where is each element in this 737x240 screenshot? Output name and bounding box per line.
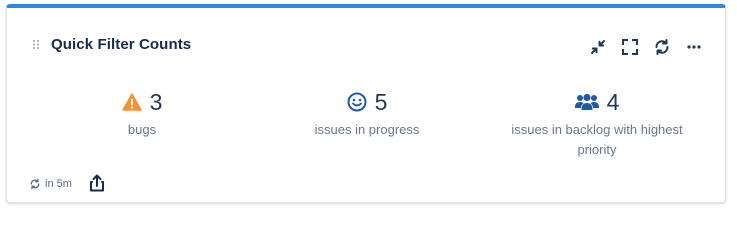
share-button[interactable]	[89, 174, 105, 194]
auto-refresh-icon	[30, 178, 40, 190]
smiley-icon	[347, 92, 367, 112]
refresh-button[interactable]	[652, 37, 672, 57]
users-icon	[574, 93, 599, 110]
stat-label: issues in progress	[314, 122, 420, 137]
stat-in-progress[interactable]: 5 issues in progress	[287, 88, 447, 140]
stat-bugs[interactable]: 3 bugs	[67, 88, 217, 140]
stat-label: bugs	[127, 122, 157, 137]
more-icon	[687, 45, 701, 49]
drag-handle-icon[interactable]	[32, 39, 40, 53]
warning-icon	[121, 93, 142, 111]
stat-count: 3	[149, 89, 163, 115]
auto-refresh-indicator: in 5m	[29, 178, 72, 190]
minimize-button[interactable]	[588, 37, 608, 57]
refresh-icon	[655, 39, 669, 55]
stat-label: issues in backlog with highest priority	[511, 122, 683, 157]
stat-count: 5	[374, 89, 388, 115]
fullscreen-button[interactable]	[620, 37, 640, 57]
refresh-interval-text: in 5m	[45, 178, 72, 190]
share-icon	[90, 174, 104, 192]
stat-count: 4	[606, 89, 620, 115]
fullscreen-icon	[622, 39, 638, 55]
more-actions-button[interactable]	[684, 37, 704, 57]
quick-filter-counts-gadget: Quick Filter Counts 3 bugs 5 issues in p…	[6, 4, 726, 203]
gadget-title: Quick Filter Counts	[51, 36, 192, 53]
minimize-icon	[591, 40, 605, 54]
stat-backlog-highest-priority[interactable]: 4 issues in backlog with highest priorit…	[497, 88, 697, 160]
